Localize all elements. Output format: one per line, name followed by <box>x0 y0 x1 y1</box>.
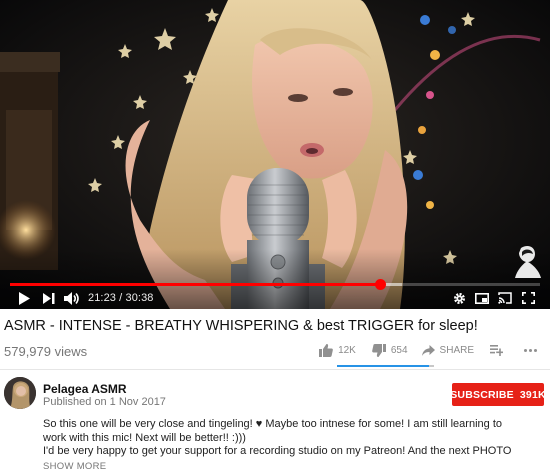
view-count: 579,979 views <box>4 344 88 359</box>
more-actions-button[interactable] <box>524 348 542 352</box>
subscribe-button[interactable]: SUBSCRIBE 391K <box>450 383 546 406</box>
channel-name[interactable]: Pelagea ASMR <box>43 382 127 396</box>
cast-icon <box>498 292 512 304</box>
play-button[interactable] <box>16 289 32 307</box>
subscriber-count: 391K <box>519 388 546 401</box>
volume-button[interactable] <box>63 289 81 307</box>
dislike-button[interactable]: 654 <box>372 343 408 357</box>
more-icon <box>524 348 537 352</box>
share-icon <box>421 344 435 356</box>
share-label: SHARE <box>439 344 474 356</box>
play-icon <box>19 291 30 305</box>
settings-button[interactable] <box>451 289 467 307</box>
thumbs-up-icon <box>319 343 333 357</box>
subscribe-label: SUBSCRIBE <box>450 388 514 401</box>
scrubber-handle[interactable] <box>374 279 386 290</box>
description-line: work with this mic! Next will be better!… <box>43 431 246 444</box>
next-icon <box>43 292 55 304</box>
add-to-playlist-button[interactable] <box>490 344 508 356</box>
progress-bar[interactable] <box>10 279 540 290</box>
duration: 30:38 <box>125 292 154 304</box>
show-more-button[interactable]: SHOW MORE <box>43 461 106 472</box>
divider <box>0 369 550 370</box>
sentiment-like-fill <box>337 365 430 367</box>
like-button[interactable]: 12K <box>319 343 356 357</box>
controls-gradient <box>0 249 550 309</box>
volume-icon <box>64 291 79 305</box>
avatar-image <box>4 377 36 409</box>
share-button[interactable]: SHARE <box>421 344 474 356</box>
time-display: 21:23 / 30:38 <box>88 292 154 304</box>
channel-watermark-icon[interactable] <box>513 244 543 278</box>
dislike-count: 654 <box>390 344 408 356</box>
description-line: So this one will be very close and tinge… <box>43 418 502 430</box>
time-separator: / <box>116 292 126 304</box>
played-bar <box>10 283 380 286</box>
settings-icon <box>453 292 465 304</box>
cast-button[interactable] <box>497 289 513 307</box>
video-title: ASMR - INTENSE - BREATHY WHISPERING & be… <box>4 318 478 334</box>
video-actions: 12K 654 SHARE <box>319 341 542 359</box>
fullscreen-icon <box>521 292 535 304</box>
add-to-playlist-icon <box>490 344 503 356</box>
thumbs-down-icon <box>372 343 386 357</box>
miniplayer-button[interactable] <box>474 289 490 307</box>
video-player[interactable]: 21:23 / 30:38 <box>0 0 550 309</box>
sentiment-bar <box>337 365 434 367</box>
description-line: I'd be very happy to get your support fo… <box>43 445 512 457</box>
fullscreen-button[interactable] <box>520 289 536 307</box>
like-count: 12K <box>338 344 356 356</box>
current-time: 21:23 <box>88 292 117 304</box>
next-button[interactable] <box>41 289 57 307</box>
video-description: So this one will be very close and tinge… <box>43 418 512 459</box>
channel-avatar[interactable] <box>4 377 36 409</box>
publish-date: Published on 1 Nov 2017 <box>43 396 166 408</box>
miniplayer-icon <box>475 292 489 304</box>
